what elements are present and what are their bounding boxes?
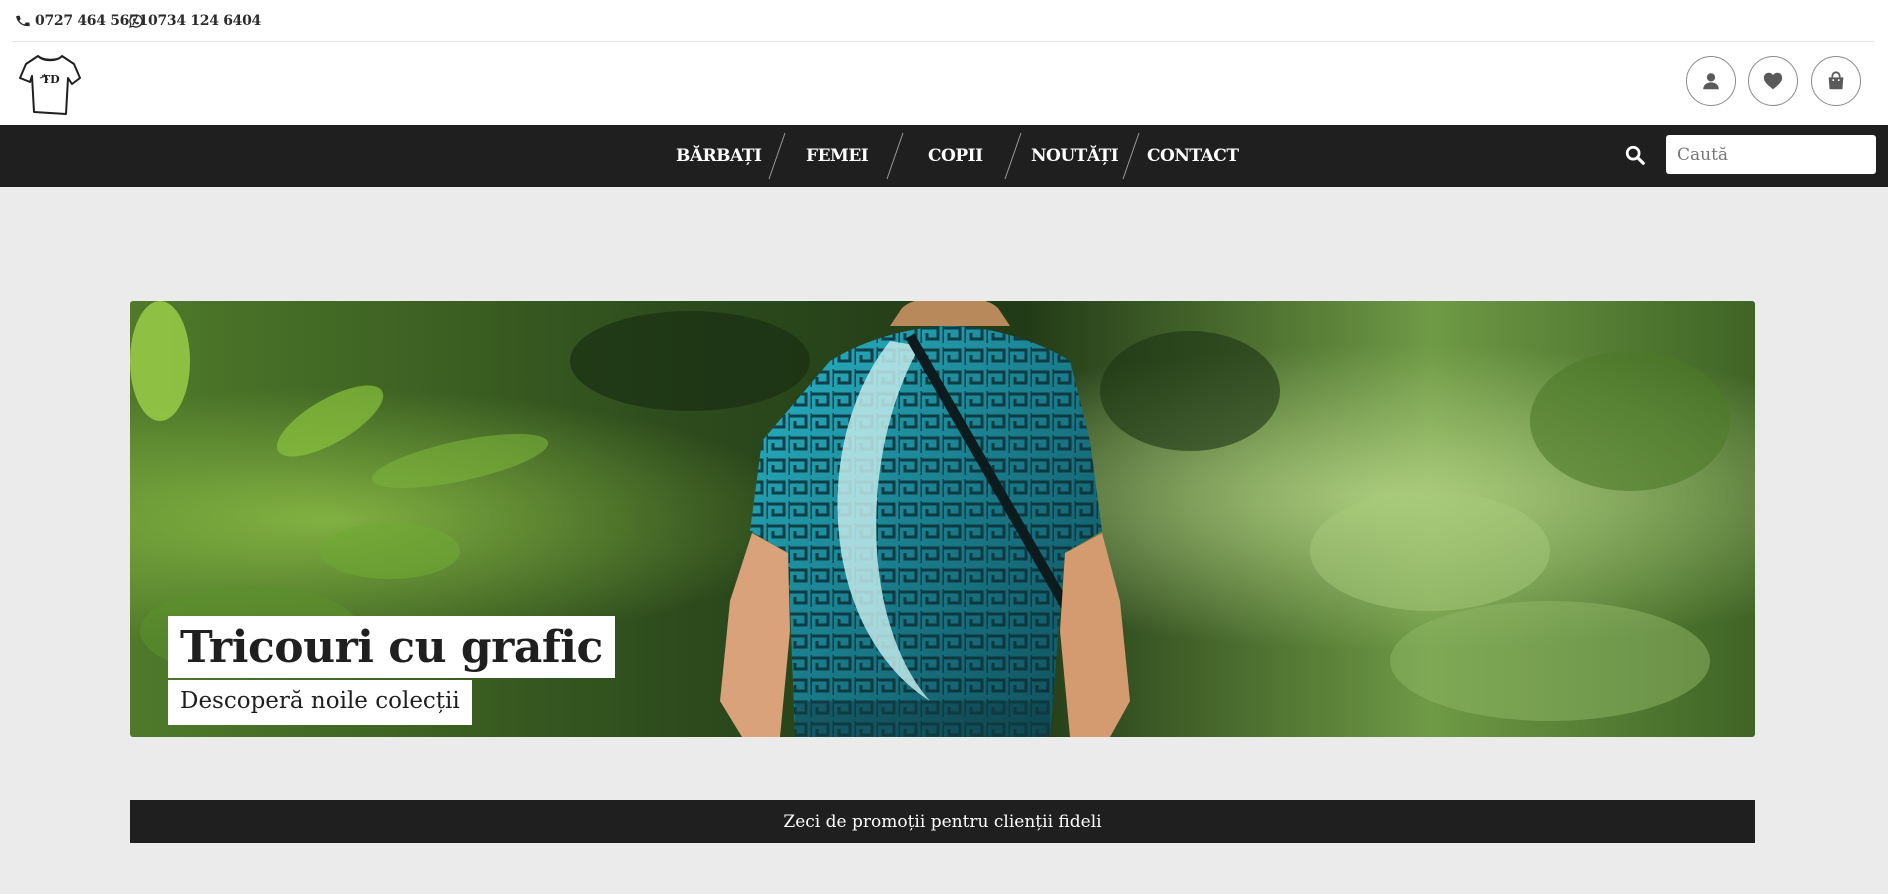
- shopping-bag-icon: [1828, 71, 1844, 90]
- nav-item-copii[interactable]: COPII: [928, 146, 983, 166]
- promo-text: Zeci de promoții pentru clienții fideli: [783, 811, 1102, 832]
- nav-separator: [1003, 131, 1023, 181]
- logo[interactable]: TD: [18, 50, 82, 118]
- contact-bar: 0727 464 5671 0734 124 6404: [0, 0, 1888, 42]
- search-input[interactable]: [1666, 135, 1876, 174]
- nav-item-barbati[interactable]: BĂRBAȚI: [676, 146, 762, 166]
- nav-separator: [767, 131, 787, 181]
- tshirt-logo-icon: TD: [19, 55, 81, 115]
- heart-icon: [1763, 72, 1783, 90]
- hero-title: Tricouri cu grafic: [168, 616, 615, 678]
- site-header: TD: [0, 42, 1888, 125]
- hero-subtitle[interactable]: Descoperă noile colecții: [168, 680, 472, 725]
- cart-button[interactable]: [1811, 56, 1861, 106]
- nav-item-contact[interactable]: CONTACT: [1147, 146, 1239, 166]
- nav-separator: [1121, 131, 1141, 181]
- search-icon[interactable]: [1624, 144, 1646, 166]
- phone-icon: [16, 15, 30, 27]
- whatsapp-contact[interactable]: 0734 124 6404: [128, 13, 261, 29]
- promo-banner[interactable]: Zeci de promoții pentru clienții fideli: [130, 800, 1755, 843]
- logo-text: TD: [42, 73, 60, 86]
- whatsapp-number: 0734 124 6404: [148, 13, 262, 29]
- account-button[interactable]: [1686, 56, 1736, 106]
- user-icon: [1703, 73, 1719, 90]
- nav-item-femei[interactable]: FEMEI: [806, 146, 869, 166]
- nav-item-noutati[interactable]: NOUTĂȚI: [1031, 146, 1119, 166]
- main-nav: BĂRBAȚI FEMEI COPII NOUTĂȚI CONTACT: [0, 125, 1888, 187]
- hero-banner[interactable]: Tricouri cu grafic Descoperă noile colec…: [130, 301, 1755, 737]
- whatsapp-icon: [129, 14, 143, 28]
- nav-separator: [885, 131, 905, 181]
- wishlist-button[interactable]: [1748, 56, 1798, 106]
